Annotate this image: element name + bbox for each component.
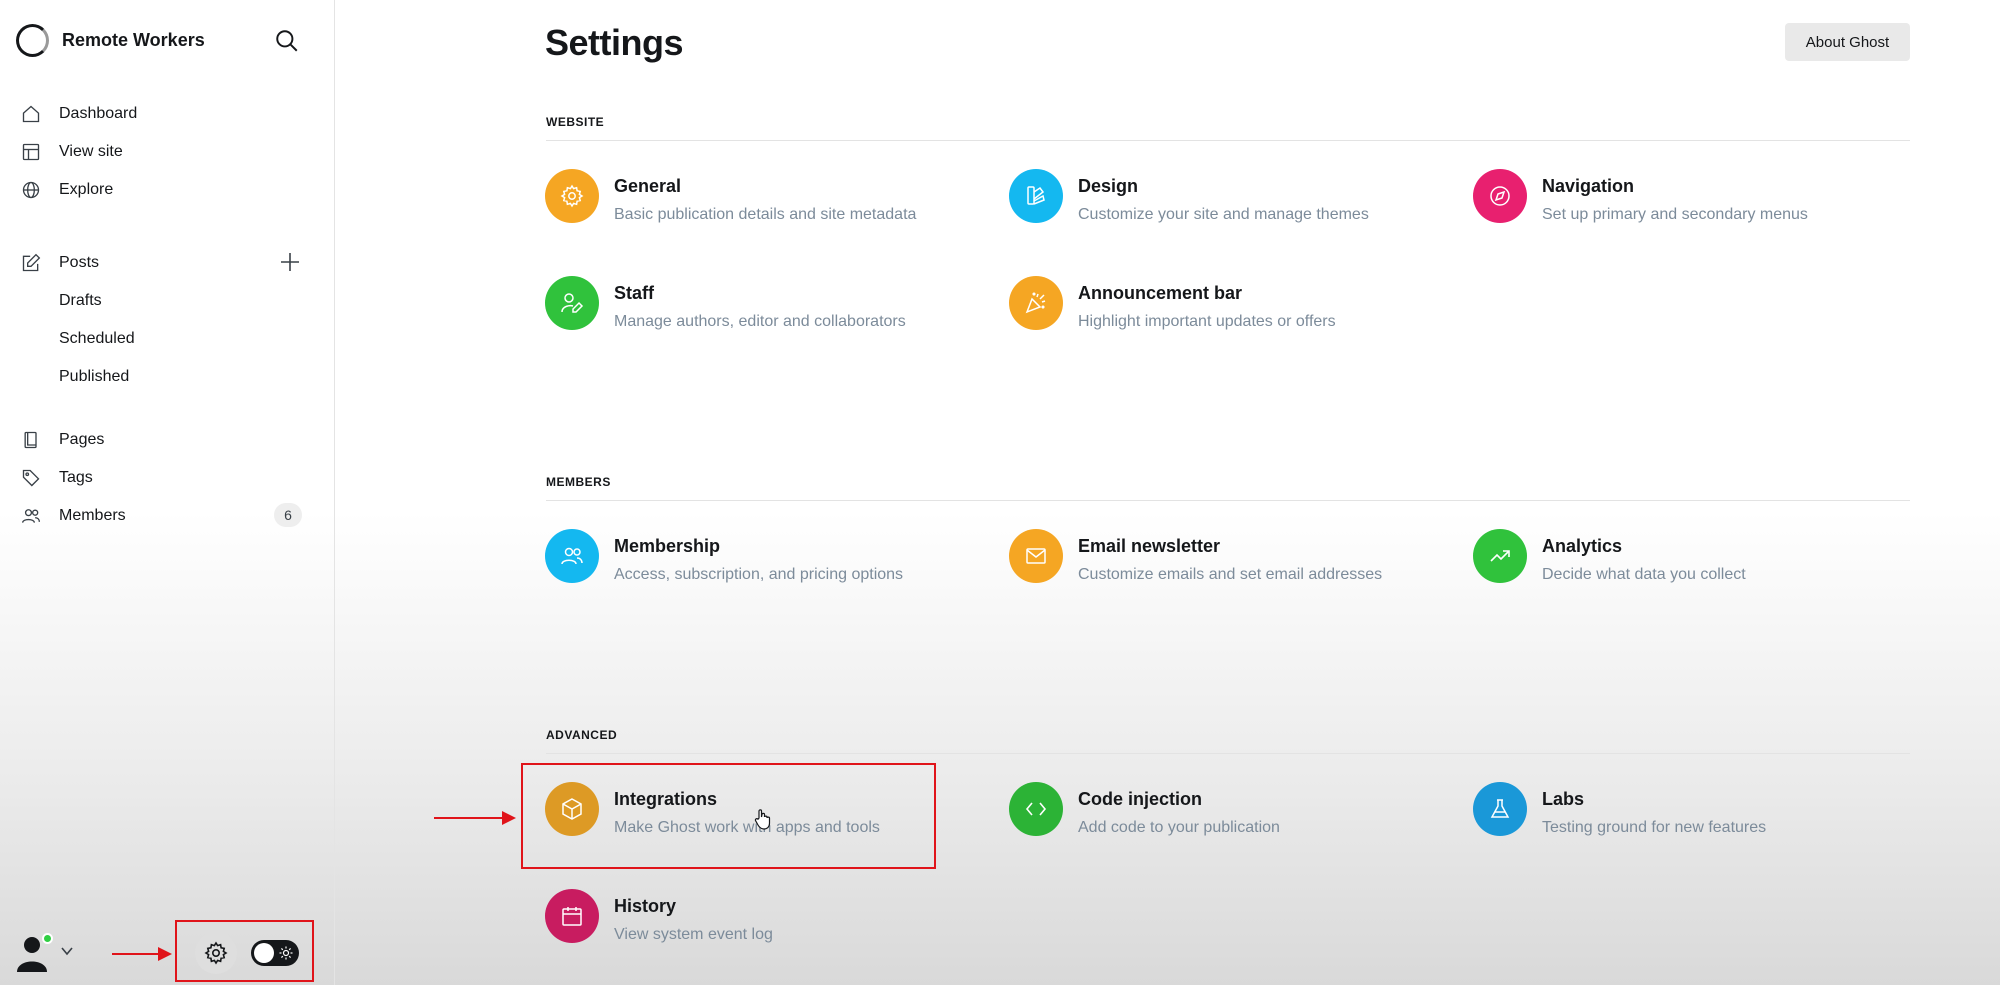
setting-description: Customize emails and set email addresses: [1078, 566, 1383, 583]
sidebar-item-label: Explore: [59, 181, 114, 198]
sidebar-item-view-site[interactable]: View site: [20, 140, 123, 164]
edit-icon: [20, 252, 42, 274]
sidebar: Remote Workers Dashboard View site Explo…: [0, 0, 335, 985]
sidebar-item-label: Pages: [59, 431, 105, 448]
members-count-badge: 6: [274, 503, 302, 527]
sidebar-item-label: Members: [59, 507, 126, 524]
setting-title: Staff: [614, 283, 654, 303]
setting-description: Testing ground for new features: [1542, 819, 1767, 836]
setting-description: Access, subscription, and pricing option…: [614, 566, 904, 583]
sidebar-item-label: View site: [59, 143, 123, 160]
annotation-arrow: [112, 953, 160, 955]
sidebar-item-published[interactable]: Published: [59, 368, 129, 386]
compass-icon: [1473, 169, 1527, 223]
chevron-down-icon[interactable]: [60, 944, 74, 958]
online-status-dot: [42, 933, 53, 944]
site-name: Remote Workers: [62, 30, 205, 50]
integrations-highlight-box: [521, 763, 936, 869]
sidebar-item-label: Posts: [59, 254, 100, 271]
setting-card-general[interactable]: General Basic publication details and si…: [545, 169, 916, 224]
envelope-icon: [1009, 529, 1063, 583]
setting-title: History: [614, 896, 677, 916]
annotation-arrow-head: [158, 947, 172, 961]
setting-card-navigation[interactable]: Navigation Set up primary and secondary …: [1473, 169, 1808, 224]
setting-description: Customize your site and manage themes: [1078, 206, 1369, 223]
setting-title: General: [614, 176, 682, 196]
layout-icon: [20, 141, 42, 163]
calendar-icon: [545, 889, 599, 943]
section-divider: [546, 753, 1910, 754]
page-title: Settings: [545, 22, 684, 63]
setting-description: Basic publication details and site metad…: [614, 206, 917, 223]
setting-title: Email newsletter: [1078, 536, 1221, 556]
user-edit-icon: [545, 276, 599, 330]
setting-card-email-newsletter[interactable]: Email newsletter Customize emails and se…: [1009, 529, 1382, 584]
site-logo-icon: [16, 24, 49, 57]
sidebar-item-dashboard[interactable]: Dashboard: [20, 102, 137, 126]
section-label-members: MEMBERS: [546, 475, 611, 489]
setting-title: Navigation: [1542, 176, 1635, 196]
page-icon: [20, 429, 42, 451]
globe-icon: [20, 179, 42, 201]
home-icon: [20, 103, 42, 125]
paintbrush-icon: [1009, 169, 1063, 223]
sidebar-item-label: Dashboard: [59, 105, 138, 122]
sidebar-item-explore[interactable]: Explore: [20, 178, 113, 202]
section-divider: [546, 500, 1910, 501]
party-popper-icon: [1009, 276, 1063, 330]
setting-card-design[interactable]: Design Customize your site and manage th…: [1009, 169, 1369, 224]
setting-card-announcement-bar[interactable]: Announcement bar Highlight important upd…: [1009, 276, 1336, 331]
sidebar-item-tags[interactable]: Tags: [20, 466, 93, 490]
setting-card-code-injection[interactable]: Code injection Add code to your publicat…: [1009, 782, 1280, 837]
tag-icon: [20, 467, 42, 489]
setting-card-labs[interactable]: Labs Testing ground for new features: [1473, 782, 1766, 837]
annotation-arrow-head: [502, 811, 516, 825]
setting-title: Announcement bar: [1078, 283, 1243, 303]
site-brand[interactable]: Remote Workers: [16, 24, 205, 57]
sidebar-item-scheduled[interactable]: Scheduled: [59, 330, 135, 348]
trending-up-icon: [1473, 529, 1527, 583]
sidebar-item-pages[interactable]: Pages: [20, 428, 104, 452]
about-ghost-button[interactable]: About Ghost: [1785, 23, 1910, 61]
section-divider: [546, 140, 1910, 141]
setting-title: Analytics: [1542, 536, 1623, 556]
setting-description: Add code to your publication: [1078, 819, 1280, 836]
sidebar-item-label: Tags: [59, 469, 93, 486]
general-icon: [545, 169, 599, 223]
setting-description: Highlight important updates or offers: [1078, 313, 1336, 330]
sidebar-item-members[interactable]: Members: [20, 504, 126, 528]
code-icon: [1009, 782, 1063, 836]
users-icon: [545, 529, 599, 583]
setting-description: Decide what data you collect: [1542, 566, 1746, 583]
section-label-website: WEBSITE: [546, 115, 605, 129]
setting-title: Membership: [614, 536, 721, 556]
annotation-arrow: [434, 817, 504, 819]
search-icon[interactable]: [274, 28, 300, 54]
hand-cursor-icon: [754, 809, 771, 830]
setting-description: Manage authors, editor and collaborators: [614, 313, 906, 330]
setting-description: View system event log: [614, 926, 773, 943]
setting-title: Code injection: [1078, 789, 1203, 809]
setting-card-staff[interactable]: Staff Manage authors, editor and collabo…: [545, 276, 906, 331]
users-icon: [20, 505, 42, 527]
setting-card-history[interactable]: History View system event log: [545, 889, 773, 944]
sidebar-item-drafts[interactable]: Drafts: [59, 292, 102, 310]
setting-title: Labs: [1542, 789, 1585, 809]
plus-icon[interactable]: [278, 250, 302, 274]
setting-title: Design: [1078, 176, 1139, 196]
setting-card-analytics[interactable]: Analytics Decide what data you collect: [1473, 529, 1746, 584]
flask-icon: [1473, 782, 1527, 836]
setting-card-membership[interactable]: Membership Access, subscription, and pri…: [545, 529, 903, 584]
settings-highlight-box: [175, 920, 314, 982]
sidebar-item-posts[interactable]: Posts: [20, 251, 99, 275]
setting-description: Set up primary and secondary menus: [1542, 206, 1808, 223]
section-label-advanced: ADVANCED: [546, 728, 618, 742]
